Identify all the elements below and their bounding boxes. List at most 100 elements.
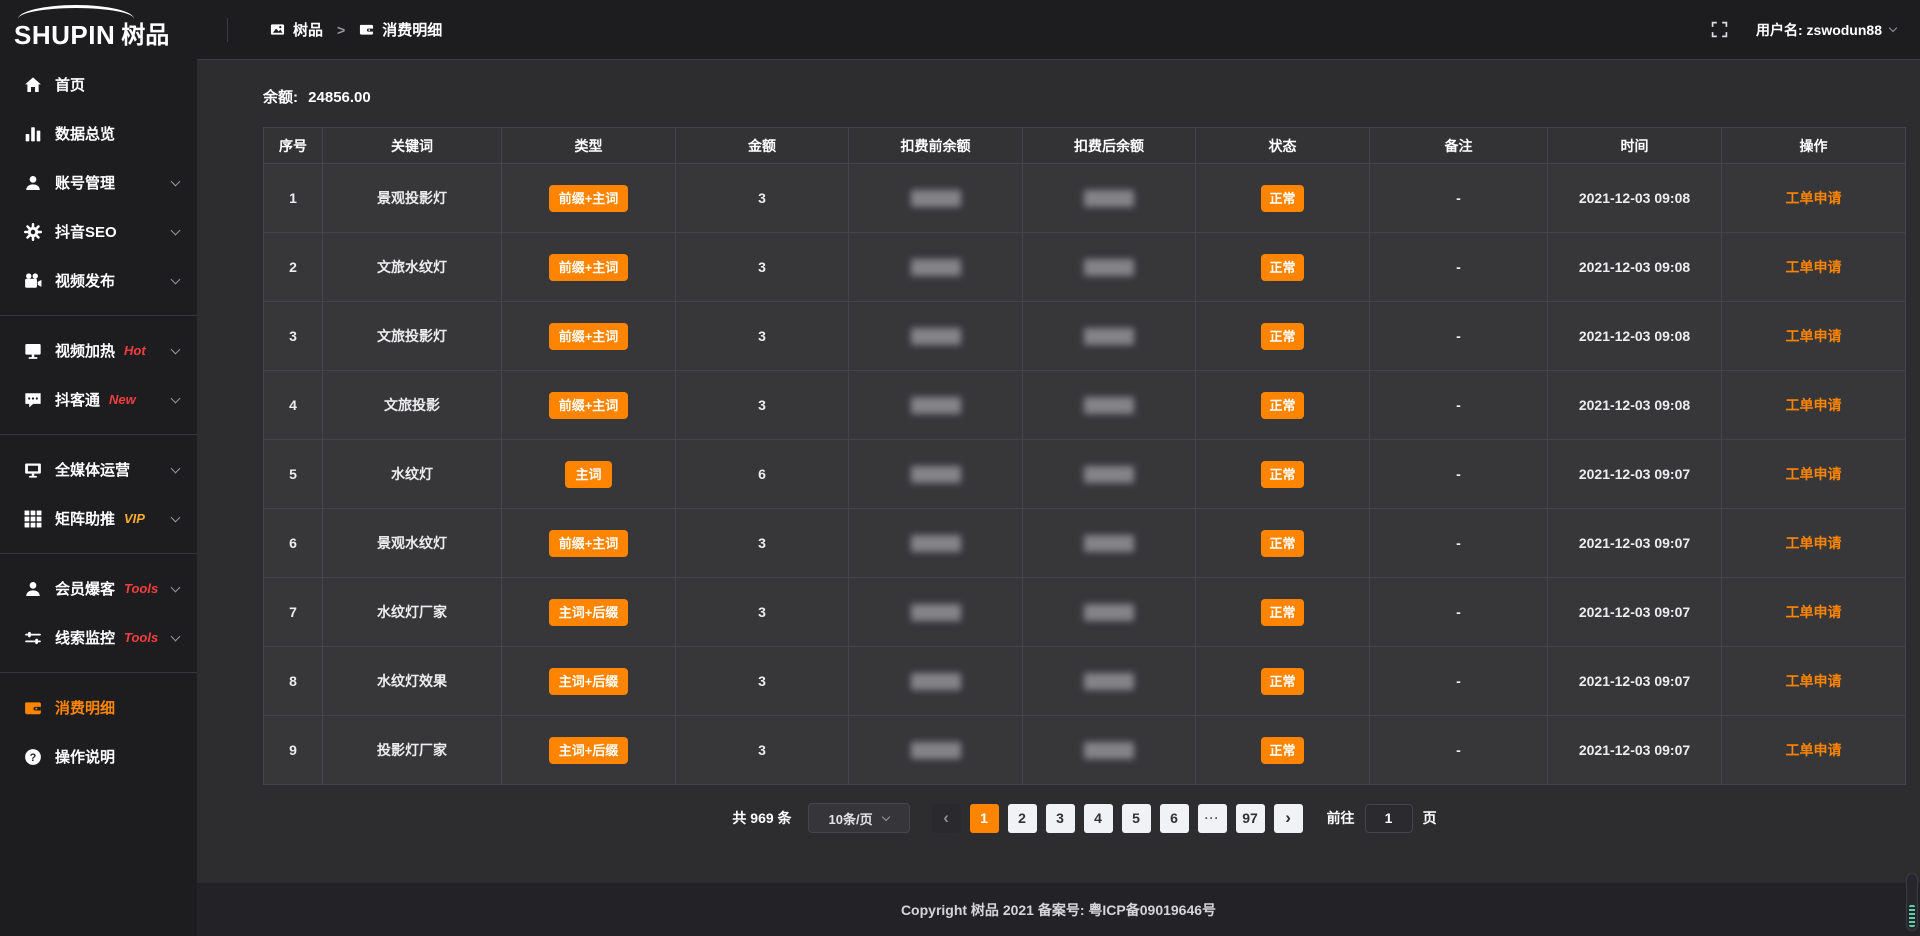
page-button-1[interactable]: 1 bbox=[970, 804, 999, 833]
ticket-apply-link[interactable]: 工单申请 bbox=[1786, 328, 1842, 344]
table-row: 6景观水纹灯前缀+主词3正常-2021-12-03 09:07工单申请 bbox=[264, 509, 1906, 578]
cell-index: 3 bbox=[264, 302, 323, 371]
page-button-5[interactable]: 5 bbox=[1122, 804, 1151, 833]
cell-keyword: 水纹灯效果 bbox=[323, 647, 502, 716]
sidebar-item-video-heating[interactable]: 视频加热Hot bbox=[0, 326, 197, 375]
sidebar-item-matrix-boost[interactable]: 矩阵助推VIP bbox=[0, 494, 197, 543]
sidebar-item-consumption-detail[interactable]: 消费明细 bbox=[0, 683, 197, 732]
page-button-6[interactable]: 6 bbox=[1160, 804, 1189, 833]
cell-remark: - bbox=[1370, 509, 1548, 578]
fullscreen-icon[interactable] bbox=[1711, 21, 1728, 38]
table-row: 2文旅水纹灯前缀+主词3正常-2021-12-03 09:08工单申请 bbox=[264, 233, 1906, 302]
type-badge: 前缀+主词 bbox=[549, 254, 629, 281]
video-camera-icon bbox=[24, 272, 42, 290]
ticket-apply-link[interactable]: 工单申请 bbox=[1786, 535, 1842, 551]
breadcrumb-label: 消费明细 bbox=[382, 19, 442, 40]
table-row: 4文旅投影前缀+主词3正常-2021-12-03 09:08工单申请 bbox=[264, 371, 1906, 440]
table-row: 5水纹灯主词6正常-2021-12-03 09:07工单申请 bbox=[264, 440, 1906, 509]
sidebar-item-tag: Hot bbox=[124, 343, 146, 358]
cell-balance-before bbox=[849, 233, 1023, 302]
next-page-button[interactable]: › bbox=[1274, 804, 1303, 833]
sidebar-item-tag: New bbox=[109, 392, 136, 407]
cell-action: 工单申请 bbox=[1722, 302, 1906, 371]
sidebar-item-label: 线索监控 bbox=[55, 627, 115, 648]
cell-keyword: 水纹灯厂家 bbox=[323, 578, 502, 647]
sidebar-item-tag: Tools bbox=[124, 581, 158, 596]
more-pages-button[interactable]: ··· bbox=[1198, 804, 1227, 833]
sidebar-item-label: 抖音SEO bbox=[55, 221, 117, 242]
cell-balance-before bbox=[849, 716, 1023, 785]
widget-stripes bbox=[1909, 905, 1915, 927]
page-size-select[interactable]: 10条/页 bbox=[808, 803, 910, 833]
ticket-apply-link[interactable]: 工单申请 bbox=[1786, 397, 1842, 413]
sidebar-item-douyin-seo[interactable]: 抖音SEO bbox=[0, 207, 197, 256]
sidebar-item-home[interactable]: 首页 bbox=[0, 60, 197, 109]
ticket-apply-link[interactable]: 工单申请 bbox=[1786, 604, 1842, 620]
cell-remark: - bbox=[1370, 233, 1548, 302]
user-icon bbox=[24, 174, 42, 192]
cell-time: 2021-12-03 09:07 bbox=[1548, 578, 1722, 647]
cell-status: 正常 bbox=[1196, 233, 1370, 302]
ticket-apply-link[interactable]: 工单申请 bbox=[1786, 673, 1842, 689]
page-button-97[interactable]: 97 bbox=[1236, 804, 1265, 833]
type-badge: 主词+后缀 bbox=[549, 599, 629, 626]
sidebar-item-data-overview[interactable]: 数据总览 bbox=[0, 109, 197, 158]
cell-type: 前缀+主词 bbox=[502, 509, 676, 578]
table-row: 7水纹灯厂家主词+后缀3正常-2021-12-03 09:07工单申请 bbox=[264, 578, 1906, 647]
cell-index: 1 bbox=[264, 164, 323, 233]
masked-value bbox=[1084, 328, 1134, 345]
floating-side-widget[interactable] bbox=[1906, 873, 1918, 931]
chevron-right-icon: › bbox=[1285, 809, 1291, 826]
cell-keyword: 景观水纹灯 bbox=[323, 509, 502, 578]
chevron-down-icon bbox=[881, 812, 889, 820]
prev-page-button[interactable]: ‹ bbox=[932, 804, 961, 833]
page-button-2[interactable]: 2 bbox=[1008, 804, 1037, 833]
cell-balance-before bbox=[849, 647, 1023, 716]
masked-value bbox=[1084, 535, 1134, 552]
monitor-icon bbox=[24, 461, 42, 479]
cell-index: 4 bbox=[264, 371, 323, 440]
cell-action: 工单申请 bbox=[1722, 371, 1906, 440]
column-header: 扣费前余额 bbox=[849, 128, 1023, 164]
breadcrumb-item-brand[interactable]: 树品 bbox=[270, 19, 323, 40]
cell-keyword: 文旅投影灯 bbox=[323, 302, 502, 371]
copyright-text: Copyright 树品 2021 备案号: 粤ICP备09019646号 bbox=[901, 900, 1216, 920]
cell-index: 8 bbox=[264, 647, 323, 716]
sidebar-item-account-management[interactable]: 账号管理 bbox=[0, 158, 197, 207]
breadcrumb-label: 树品 bbox=[293, 19, 323, 40]
ticket-apply-link[interactable]: 工单申请 bbox=[1786, 742, 1842, 758]
cell-amount: 3 bbox=[676, 371, 849, 440]
ticket-apply-link[interactable]: 工单申请 bbox=[1786, 466, 1842, 482]
cell-remark: - bbox=[1370, 647, 1548, 716]
sidebar-item-member-baoke[interactable]: 会员爆客Tools bbox=[0, 564, 197, 613]
ticket-apply-link[interactable]: 工单申请 bbox=[1786, 259, 1842, 275]
sidebar-item-lead-monitor[interactable]: 线索监控Tools bbox=[0, 613, 197, 662]
breadcrumb-item-consumption-detail[interactable]: 消费明细 bbox=[359, 19, 442, 40]
sidebar-item-operation-guide[interactable]: ?操作说明 bbox=[0, 732, 197, 781]
breadcrumb-separator: > bbox=[337, 22, 345, 38]
page-button-4[interactable]: 4 bbox=[1084, 804, 1113, 833]
sidebar-item-label: 视频发布 bbox=[55, 270, 115, 291]
user-dropdown[interactable]: 用户名: zswodun88 bbox=[1756, 20, 1896, 40]
cell-amount: 3 bbox=[676, 164, 849, 233]
breadcrumb: 树品 > 消费明细 bbox=[270, 19, 442, 40]
status-badge: 正常 bbox=[1261, 461, 1303, 488]
brand-logo[interactable]: SHUPIN 树品 bbox=[0, 0, 197, 54]
cell-remark: - bbox=[1370, 440, 1548, 509]
sidebar-divider bbox=[0, 434, 197, 435]
cell-type: 前缀+主词 bbox=[502, 302, 676, 371]
cell-action: 工单申请 bbox=[1722, 509, 1906, 578]
jump-page-input[interactable] bbox=[1365, 804, 1413, 833]
sidebar-item-douketong[interactable]: 抖客通New bbox=[0, 375, 197, 424]
chevron-down-icon bbox=[171, 393, 181, 403]
cell-status: 正常 bbox=[1196, 440, 1370, 509]
cell-action: 工单申请 bbox=[1722, 716, 1906, 785]
ticket-apply-link[interactable]: 工单申请 bbox=[1786, 190, 1842, 206]
sidebar-item-omni-media[interactable]: 全媒体运营 bbox=[0, 445, 197, 494]
sidebar-item-video-publish[interactable]: 视频发布 bbox=[0, 256, 197, 305]
cell-type: 前缀+主词 bbox=[502, 164, 676, 233]
page-button-3[interactable]: 3 bbox=[1046, 804, 1075, 833]
svg-text:?: ? bbox=[30, 751, 37, 763]
cell-keyword: 文旅水纹灯 bbox=[323, 233, 502, 302]
column-header: 操作 bbox=[1722, 128, 1906, 164]
